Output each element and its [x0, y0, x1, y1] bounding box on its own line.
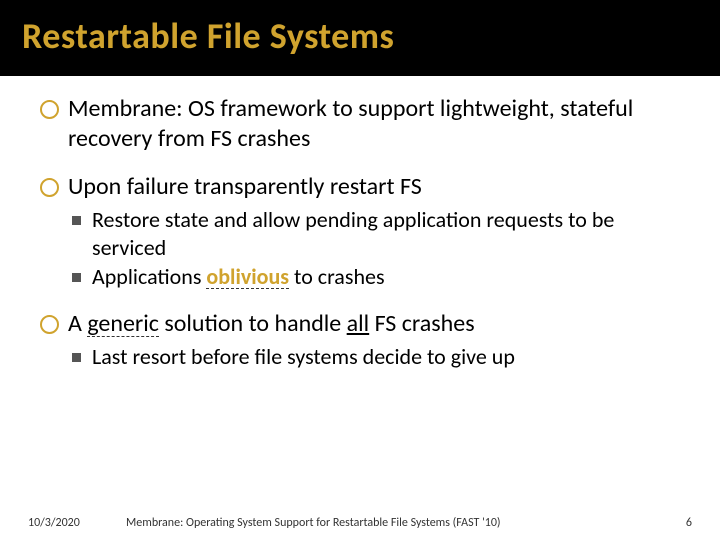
sub-bullet-item: Last resort before file systems decide t… [68, 343, 680, 371]
bullet-item: A generic solution to handle all FS cras… [40, 309, 680, 371]
bullet-text-post: FS crashes [369, 309, 474, 338]
underlined-word: generic [87, 311, 159, 337]
sub-bullet-text: Restore state and allow pending applicat… [92, 206, 614, 261]
bullet-text-mid: solution to handle [159, 309, 347, 338]
sub-bullet-text-post: to crashes [289, 263, 384, 290]
page-number: 6 [662, 516, 692, 530]
bullet-text: Upon failure transparently restart FS [68, 172, 422, 201]
title-bar: Restartable File Systems [0, 0, 720, 76]
footer-title: Membrane: Operating System Support for R… [108, 516, 662, 530]
slide: Restartable File Systems Membrane: OS fr… [0, 0, 720, 540]
sub-bullet-item: Restore state and allow pending applicat… [68, 206, 680, 261]
bullet-text: Membrane: OS framework to support lightw… [68, 94, 633, 153]
sub-bullet-text: Last resort before file systems decide t… [92, 343, 515, 370]
sub-bullet-text-pre: Applications [92, 263, 206, 290]
sub-list: Last resort before file systems decide t… [68, 343, 680, 371]
footer: 10/3/2020 Membrane: Operating System Sup… [0, 516, 720, 530]
slide-body: Membrane: OS framework to support lightw… [0, 76, 720, 540]
bullet-item: Membrane: OS framework to support lightw… [40, 94, 680, 154]
sub-bullet-item: Applications oblivious to crashes [68, 263, 680, 291]
footer-date: 10/3/2020 [28, 516, 108, 530]
sub-list: Restore state and allow pending applicat… [68, 206, 680, 291]
slide-title: Restartable File Systems [22, 14, 720, 58]
underlined-word: all [347, 309, 370, 338]
bullet-item: Upon failure transparently restart FS Re… [40, 172, 680, 291]
bullet-list: Membrane: OS framework to support lightw… [40, 94, 680, 370]
bullet-text-pre: A [68, 309, 87, 338]
accent-word: oblivious [206, 265, 289, 289]
